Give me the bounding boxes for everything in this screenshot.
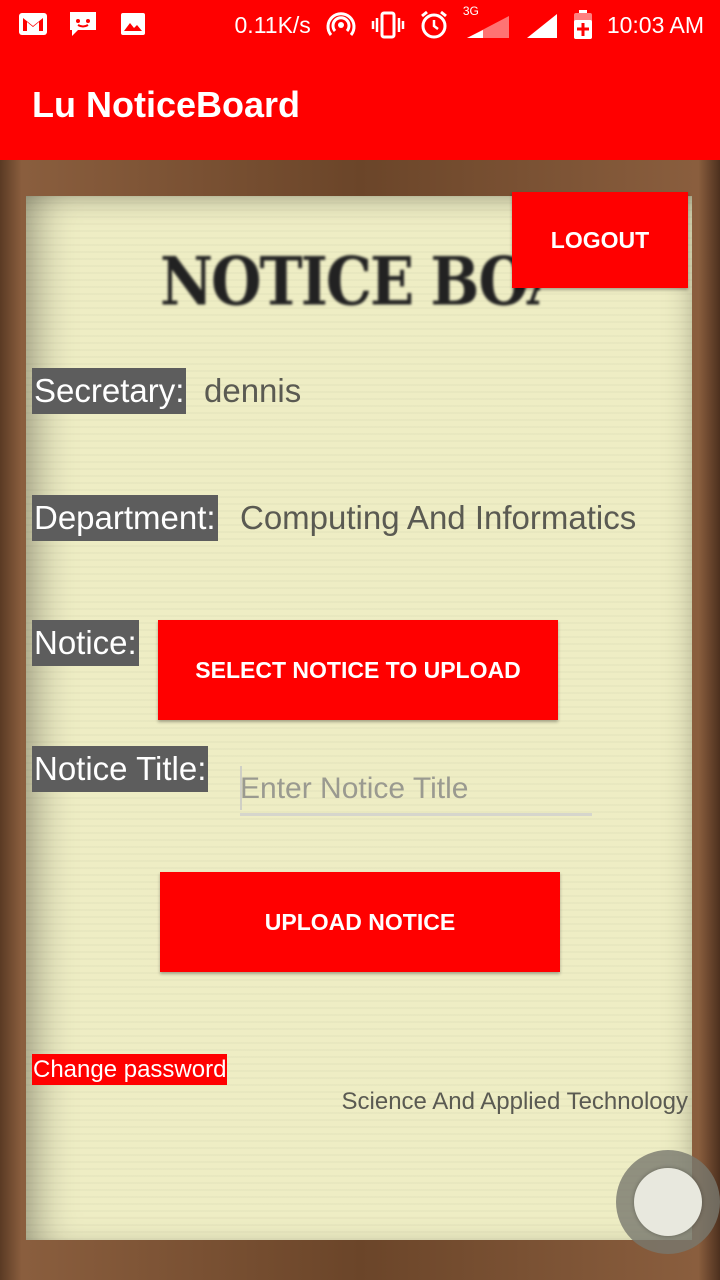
message-icon [70,12,96,36]
department-value: Computing And Informatics [240,499,637,536]
change-password-link[interactable]: Change password [32,1054,228,1085]
clock: 10:03 AM [606,11,704,38]
image-icon [121,13,145,35]
alarm-icon [420,10,447,39]
app-bar: Lu NoticeBoard [0,50,720,160]
battery-icon [573,10,592,39]
floating-assistive-button[interactable] [616,1150,720,1254]
logout-button[interactable]: LOGOUT [512,192,688,288]
faculty-text: Science And Applied Technology [341,1088,689,1115]
vibrate-icon [371,11,405,39]
signal-bars-icon [526,14,557,38]
notice-title-input[interactable] [240,765,592,816]
upload-notice-button[interactable]: UPLOAD NOTICE [160,872,560,972]
notice-title-label: Notice Title: [32,746,209,792]
signal-icon: 3G [463,4,511,40]
secretary-value: dennis [204,372,302,409]
notice-label: Notice: [32,620,139,666]
hotspot-icon [326,12,356,36]
department-label: Department: [32,495,218,541]
select-notice-button[interactable]: SELECT NOTICE TO UPLOAD [158,620,558,720]
app-title: Lu NoticeBoard [32,84,301,125]
assistive-touch-icon [634,1168,702,1236]
notice-board-header-image: NOTICE BOARD [160,242,540,321]
status-bar: 0.11K/s 3G 10:03 AM [0,0,720,50]
secretary-label: Secretary: [32,368,187,414]
gmail-icon [19,13,47,35]
net-speed: 0.11K/s [234,11,311,38]
text-cursor [240,766,242,810]
